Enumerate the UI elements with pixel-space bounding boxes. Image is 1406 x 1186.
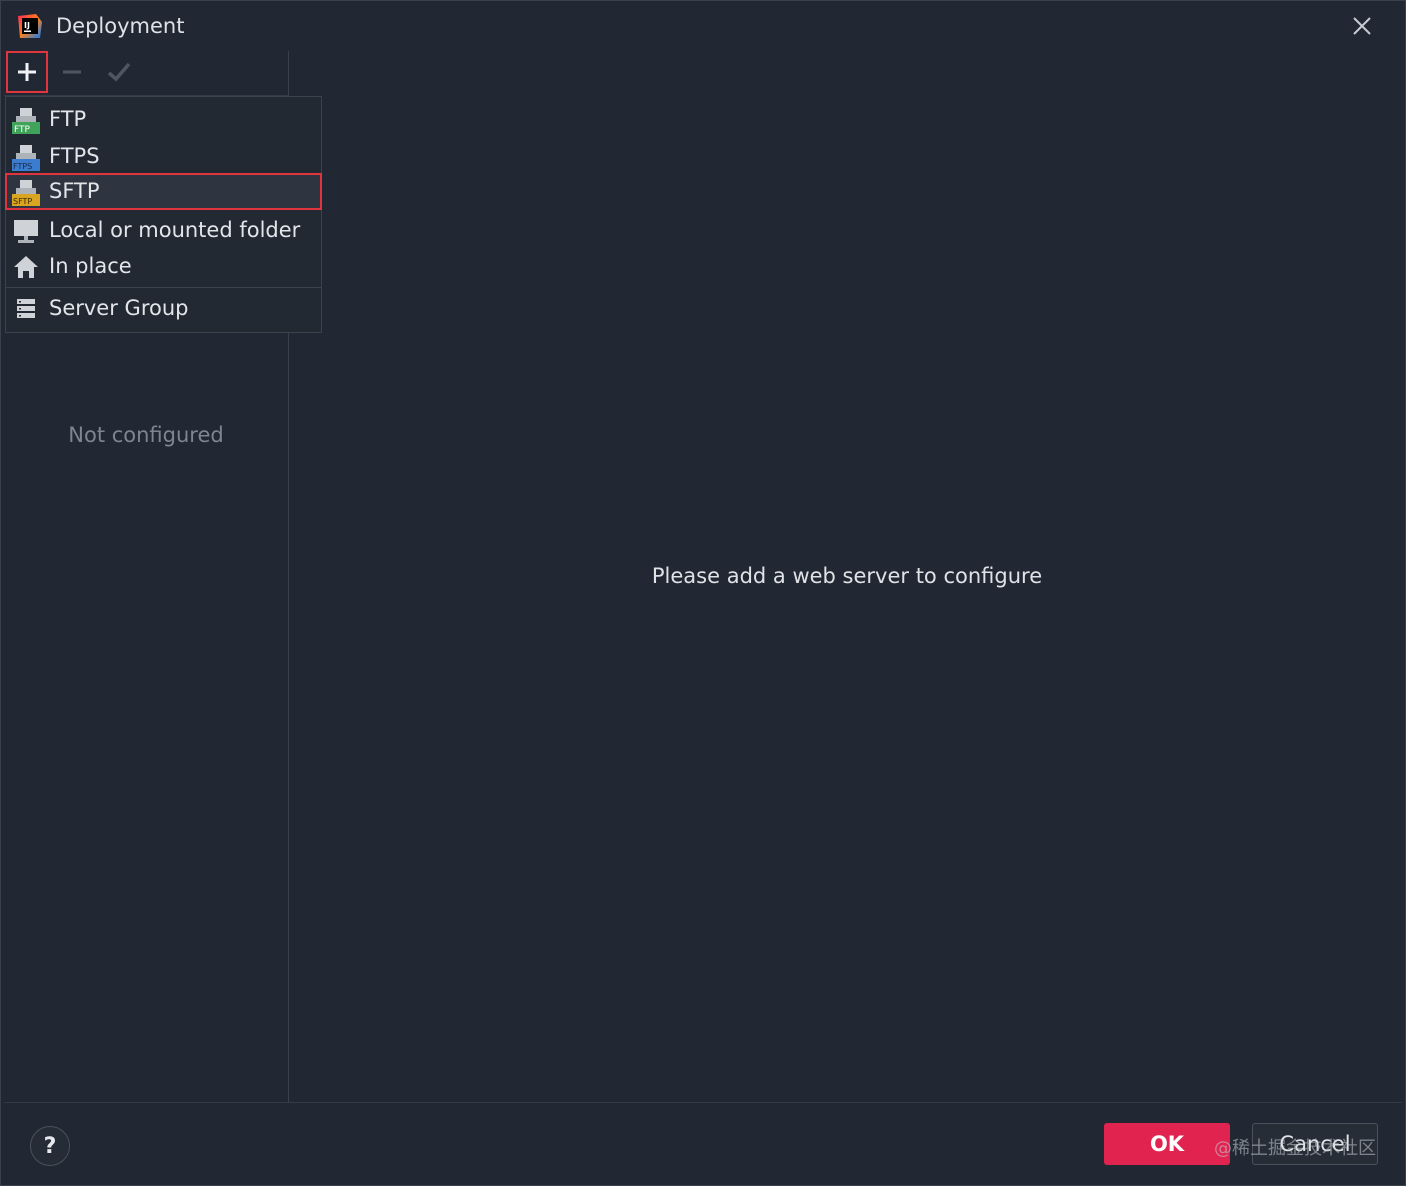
title-bar: IJ Deployment [1,1,1405,51]
ok-button[interactable]: OK [1104,1123,1230,1165]
sftp-badge: SFTP [13,197,32,206]
menu-item-label: Server Group [49,296,189,320]
ftps-icon: FTPS [12,145,40,171]
menu-item-ftp[interactable]: FTP FTP [6,101,321,138]
add-server-menu: FTP FTP FTPS FTPS SFTP SFTP Local or mou… [5,96,322,333]
menu-item-sftp[interactable]: SFTP SFTP [5,173,322,210]
sftp-icon: SFTP [12,180,40,206]
plus-icon [18,63,36,81]
menu-item-label: FTP [49,107,87,131]
minus-icon [63,70,81,74]
server-group-icon [17,299,35,318]
watermark-text: @稀土掘金技术社区 [1214,1138,1376,1159]
add-server-button[interactable] [6,51,48,93]
menu-item-label: SFTP [49,179,100,203]
dialog-footer: ? OK Cancel @稀土掘金技术社区 [4,1102,1402,1185]
menu-item-server-group[interactable]: Server Group [6,290,321,327]
ftp-badge: FTP [14,125,31,134]
svg-text:IJ: IJ [24,21,30,30]
help-button[interactable]: ? [30,1126,70,1166]
empty-config-placeholder: Please add a web server to configure [651,564,1043,588]
menu-item-label: In place [49,254,132,278]
intellij-app-icon: IJ [18,14,42,38]
monitor-icon [14,220,38,243]
menu-item-label: FTPS [49,144,100,168]
empty-list-text: Not configured [68,423,224,447]
window-title: Deployment [56,14,185,38]
close-icon[interactable] [1349,13,1375,39]
menu-item-in-place[interactable]: In place [6,248,321,285]
menu-item-ftps[interactable]: FTPS FTPS [6,138,321,175]
remove-server-button[interactable] [51,51,93,93]
menu-separator [6,287,321,288]
server-toolbar [4,51,288,96]
deployment-dialog: IJ Deployment Not configured Please add … [0,0,1406,1186]
ftps-badge: FTPS [13,162,32,171]
home-icon [14,256,38,278]
ftp-icon: FTP [12,108,40,134]
menu-item-local-folder[interactable]: Local or mounted folder [6,212,321,249]
check-icon [107,62,131,82]
menu-item-label: Local or mounted folder [49,218,301,242]
set-default-button[interactable] [98,51,140,93]
